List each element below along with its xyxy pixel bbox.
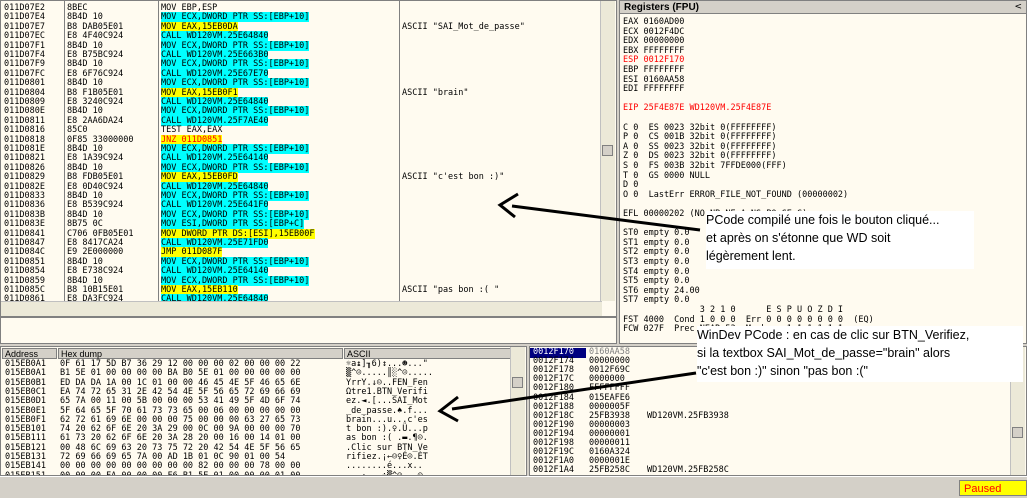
register-line[interactable]: ST1 empty 0.0 — [623, 238, 690, 248]
scroll-thumb[interactable] — [1012, 427, 1023, 438]
registers-pane[interactable]: Registers (FPU) < EAX 0160AD00 ECX 0012F4… — [619, 0, 1027, 344]
register-line[interactable]: D 0 — [623, 180, 638, 190]
annotation-bottom: WinDev PCode : en cas de clic sur BTN_Ve… — [697, 326, 1023, 382]
register-line[interactable]: Z 0 DS 0023 32bit 0(FFFFFFFF) — [623, 151, 777, 161]
register-line[interactable]: O 0 LastErr ERROR_FILE_NOT_FOUND (000000… — [623, 190, 848, 200]
disassembly-hscrollbar[interactable] — [1, 301, 602, 316]
disassembly-scrollbar[interactable] — [600, 1, 615, 301]
register-line[interactable]: ST5 empty 0.0 — [623, 276, 690, 286]
registers-title[interactable]: Registers (FPU) — [620, 1, 1026, 14]
register-line[interactable]: ST6 empty 24.00 — [623, 286, 700, 296]
scroll-thumb[interactable] — [512, 377, 523, 388]
register-line[interactable]: ST4 empty 0.0 — [623, 267, 690, 277]
dump-header-ascii[interactable]: ASCII — [344, 348, 512, 359]
register-line[interactable]: EAX 0160AD00 — [623, 17, 684, 27]
dump-header-hex[interactable]: Hex dump — [58, 348, 343, 359]
scroll-thumb[interactable] — [602, 145, 613, 156]
stack-row[interactable]: 0012F1A4 25FB258C WD120VM.25FB258C — [530, 465, 1010, 476]
dump-header-address[interactable]: Address — [2, 348, 57, 359]
register-line[interactable]: T 0 GS 0000 NULL — [623, 171, 710, 181]
register-line[interactable]: ST0 empty 0.0 — [623, 228, 690, 238]
register-line[interactable]: EDI FFFFFFFF — [623, 84, 684, 94]
register-line[interactable]: ECX 0012F4DC — [623, 27, 684, 37]
annotation-top: PCode compilé une fois le bouton cliqué.… — [706, 211, 974, 269]
close-icon[interactable]: < — [1014, 2, 1022, 12]
register-line[interactable]: EBX FFFFFFFF — [623, 46, 684, 56]
stack-address: 0012F1A4 — [533, 465, 574, 476]
stack-value: 25FB258C — [589, 465, 630, 476]
register-line[interactable]: C 0 ES 0023 32bit 0(FFFFFFFF) — [623, 123, 777, 133]
status-badge: Paused — [959, 480, 1027, 496]
register-line[interactable]: A 0 SS 0023 32bit 0(FFFFFFFF) — [623, 142, 777, 152]
info-pane — [0, 317, 617, 344]
disassembly-pane[interactable]: 011D07E2 8BEC MOV EBP,ESP 011D07E4 8B4D 10 MO… — [0, 0, 617, 317]
register-line[interactable]: EIP 25F4E87E WD120VM.25F4E87E — [623, 103, 771, 113]
register-line[interactable]: ESP 0012F170 — [623, 55, 684, 65]
register-line[interactable]: ESI 0160AA58 — [623, 75, 684, 85]
register-line[interactable]: S 0 FS 003B 32bit 7FFDE000(FFF) — [623, 161, 787, 171]
register-line[interactable]: EDX 00000000 — [623, 36, 684, 46]
register-line[interactable]: EBP FFFFFFFF — [623, 65, 684, 75]
register-line[interactable]: P 0 CS 001B 32bit 0(FFFFFFFF) — [623, 132, 777, 142]
dump-scrollbar[interactable] — [510, 347, 525, 475]
register-line[interactable]: 3 2 1 0 E S P U O Z D I — [623, 305, 843, 315]
register-line[interactable]: FST 4000 Cond 1 0 0 0 Err 0 0 0 0 0 0 0 … — [623, 315, 874, 325]
hex-dump-pane[interactable]: Address Hex dump ASCII 015EB0A1 0F 61 17 … — [0, 346, 527, 476]
status-bar: Paused — [0, 476, 1027, 498]
register-line[interactable]: ST2 empty 0.0 — [623, 247, 690, 257]
stack-comment: WD120VM.25FB258C — [647, 465, 729, 476]
register-line[interactable]: ST7 empty 0.0 — [623, 295, 690, 305]
register-line[interactable]: ST3 empty 0.0 — [623, 257, 690, 267]
